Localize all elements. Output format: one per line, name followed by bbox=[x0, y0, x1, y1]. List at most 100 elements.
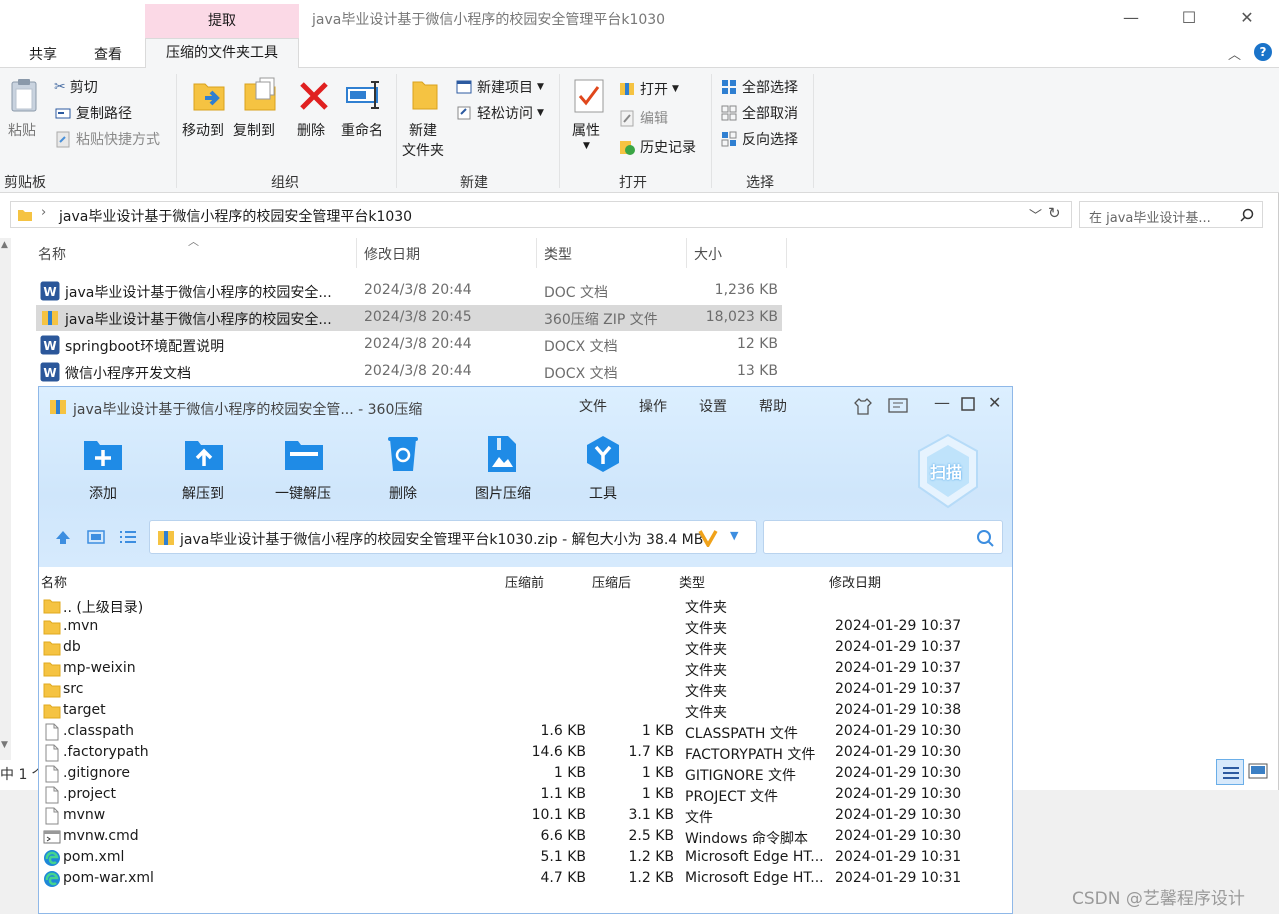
scroll-down-icon[interactable]: ▼ bbox=[1, 740, 8, 750]
folder-icon bbox=[43, 660, 61, 678]
close-button[interactable]: ✕ bbox=[1234, 6, 1260, 30]
zip-row[interactable]: .. (上级目录) 文件夹 bbox=[39, 595, 1012, 616]
rename-button[interactable] bbox=[345, 80, 383, 110]
column-type[interactable]: 类型 bbox=[544, 244, 572, 264]
new-folder-button[interactable] bbox=[410, 76, 440, 112]
tool-extract-to-label[interactable]: 解压到 bbox=[182, 483, 224, 503]
menu-help[interactable]: 帮助 bbox=[759, 396, 787, 416]
copy-to-icon bbox=[244, 77, 276, 111]
tab-compressed-folder-tools[interactable]: 压缩的文件夹工具 bbox=[145, 38, 299, 69]
ribbon-tabs: 共享 查看 压缩的文件夹工具 ︿ ? bbox=[0, 38, 1279, 69]
column-name[interactable]: 名称 bbox=[38, 244, 66, 264]
menu-settings[interactable]: 设置 bbox=[699, 396, 727, 416]
copy-path-button[interactable]: 复制路径 bbox=[54, 103, 132, 123]
zip-row[interactable]: db 文件夹 2024-01-29 10:37 bbox=[39, 637, 1012, 658]
invert-selection-button[interactable]: 反向选择 bbox=[720, 129, 798, 149]
tool-one-click-extract-label[interactable]: 一键解压 bbox=[275, 483, 331, 503]
maximize-button[interactable]: ☐ bbox=[1176, 6, 1202, 30]
zip-column-after[interactable]: 压缩后 bbox=[592, 572, 631, 591]
vertical-scrollbar[interactable]: ▲ ▼ bbox=[0, 238, 11, 760]
cut-button[interactable]: ✂ 剪切 bbox=[54, 77, 98, 97]
select-all-button[interactable]: 全部选择 bbox=[720, 77, 798, 97]
select-none-button[interactable]: 全部取消 bbox=[720, 103, 798, 123]
delete-label: 删除 bbox=[297, 123, 325, 139]
collapse-ribbon-icon[interactable]: ︿ bbox=[1228, 44, 1241, 63]
scan-button[interactable]: 扫描 bbox=[913, 431, 983, 511]
minimize-button[interactable]: — bbox=[1118, 6, 1144, 30]
search-input[interactable]: 在 java毕业设计基... bbox=[1079, 201, 1263, 228]
zip-entry-size-after: 1.2 KB bbox=[628, 870, 675, 886]
details-view-button[interactable] bbox=[1216, 759, 1244, 785]
address-bar[interactable]: › java毕业设计基于微信小程序的校园安全管理平台k1030 ﹀ ↻ bbox=[10, 201, 1072, 228]
file-row[interactable]: W 微信小程序开发文档 2024/3/8 20:44 DOCX 文档 13 KB bbox=[36, 359, 782, 385]
zip-row[interactable]: .project 1.1 KB 1 KB PROJECT 文件 2024-01-29 1… bbox=[39, 784, 1012, 805]
extract-context-header: 提取 bbox=[145, 4, 299, 38]
paste-shortcut-icon bbox=[56, 131, 70, 148]
cmd-icon bbox=[43, 828, 61, 846]
zip-address-bar[interactable]: java毕业设计基于微信小程序的校园安全管理平台k1030.zip - 解包大小… bbox=[149, 520, 757, 554]
history-button[interactable]: 历史记录 bbox=[618, 137, 696, 157]
move-to-button[interactable] bbox=[191, 76, 227, 114]
tool-delete-label[interactable]: 删除 bbox=[389, 483, 417, 503]
clipboard-group-label: 剪贴板 bbox=[4, 175, 46, 191]
large-icons-view-icon bbox=[1248, 763, 1268, 779]
zip-row[interactable]: src 文件夹 2024-01-29 10:37 bbox=[39, 679, 1012, 700]
file-row[interactable]: Wjava毕业设计基于微信小程序的校园安全... 2024/3/8 20:44 DO… bbox=[36, 278, 782, 304]
tab-view[interactable]: 查看 bbox=[94, 44, 122, 64]
zip-minimize-button[interactable]: — bbox=[934, 393, 950, 412]
ribbon-separator bbox=[176, 74, 177, 188]
tool-add-label[interactable]: 添加 bbox=[89, 483, 117, 503]
zip-row[interactable]: pom-war.xml 4.7 KB 1.2 KB Microsoft Edge HT… bbox=[39, 868, 1012, 889]
folder-icon bbox=[18, 210, 32, 221]
zip-column-type[interactable]: 类型 bbox=[679, 572, 705, 591]
address-dropdown-icon[interactable]: ▼ bbox=[730, 529, 738, 542]
zip-row[interactable]: .mvn 文件夹 2024-01-29 10:37 bbox=[39, 616, 1012, 637]
scroll-up-icon[interactable]: ▲ bbox=[1, 240, 8, 250]
file-size: 13 KB bbox=[736, 363, 778, 379]
paste-shortcut-button[interactable]: 粘贴快捷方式 bbox=[54, 129, 160, 149]
zip-column-before[interactable]: 压缩前 bbox=[505, 572, 544, 591]
help-icon[interactable]: ? bbox=[1254, 43, 1272, 61]
column-date[interactable]: 修改日期 bbox=[364, 244, 420, 264]
column-size[interactable]: 大小 bbox=[694, 244, 722, 264]
edit-button[interactable]: 编辑 bbox=[618, 108, 668, 128]
copy-to-button[interactable] bbox=[242, 76, 278, 114]
zip-column-date[interactable]: 修改日期 bbox=[829, 572, 881, 591]
tool-tools-label[interactable]: 工具 bbox=[589, 483, 617, 503]
tab-share[interactable]: 共享 bbox=[29, 44, 57, 64]
paste-button[interactable] bbox=[10, 78, 38, 112]
zip-row[interactable]: target 文件夹 2024-01-29 10:38 bbox=[39, 700, 1012, 721]
menu-file[interactable]: 文件 bbox=[579, 396, 607, 416]
menu-operation[interactable]: 操作 bbox=[639, 396, 667, 416]
word-icon: W bbox=[40, 335, 60, 355]
zip-row[interactable]: mvnw 10.1 KB 3.1 KB 文件 2024-01-29 10:30 bbox=[39, 805, 1012, 826]
zip-row[interactable]: .classpath 1.6 KB 1 KB CLASSPATH 文件 2024-01-… bbox=[39, 721, 1012, 742]
zip-row[interactable]: .factorypath 14.6 KB 1.7 KB FACTORYPATH 文件 2… bbox=[39, 742, 1012, 763]
zip-entry-type: 文件夹 bbox=[685, 600, 727, 616]
refresh-icon[interactable]: ↻ bbox=[1048, 204, 1061, 222]
zip-search-input[interactable] bbox=[763, 520, 1003, 554]
history-dropdown-icon[interactable]: ﹀ bbox=[1029, 205, 1042, 224]
zip-row[interactable]: pom.xml 5.1 KB 1.2 KB Microsoft Edge HT... 2… bbox=[39, 847, 1012, 868]
file-row[interactable]: java毕业设计基于微信小程序的校园安全... 2024/3/8 20:45 360… bbox=[36, 305, 782, 331]
delete-button[interactable] bbox=[298, 80, 330, 112]
zip-entry-size-before: 1.6 KB bbox=[540, 723, 587, 739]
ribbon-separator bbox=[711, 74, 712, 188]
zip-close-button[interactable]: ✕ bbox=[988, 393, 1001, 412]
new-item-button[interactable]: 新建项目 ▼ bbox=[455, 77, 544, 97]
easy-access-button[interactable]: 轻松访问 ▼ bbox=[455, 103, 544, 123]
tool-image-compress-label[interactable]: 图片压缩 bbox=[475, 483, 531, 503]
properties-button[interactable] bbox=[573, 78, 605, 114]
file-icon bbox=[43, 786, 61, 804]
properties-label: 属性 bbox=[572, 123, 600, 139]
zip-row[interactable]: mvnw.cmd 6.6 KB 2.5 KB Windows 命令脚本 2024-01-… bbox=[39, 826, 1012, 847]
zip-row[interactable]: .gitignore 1 KB 1 KB GITIGNORE 文件 2024-01-29… bbox=[39, 763, 1012, 784]
zip-column-name[interactable]: 名称 bbox=[41, 572, 67, 591]
zip-row[interactable]: mp-weixin 文件夹 2024-01-29 10:37 bbox=[39, 658, 1012, 679]
open-button[interactable]: 打开 ▼ bbox=[618, 79, 679, 99]
organize-group-label: 组织 bbox=[271, 175, 299, 191]
large-icons-view-button[interactable] bbox=[1248, 763, 1268, 779]
move-to-icon bbox=[193, 83, 225, 111]
file-row[interactable]: Wspringboot环境配置说明 2024/3/8 20:44 DOCX 文档 12… bbox=[36, 332, 782, 358]
zip-entry-type: PROJECT 文件 bbox=[685, 789, 778, 805]
